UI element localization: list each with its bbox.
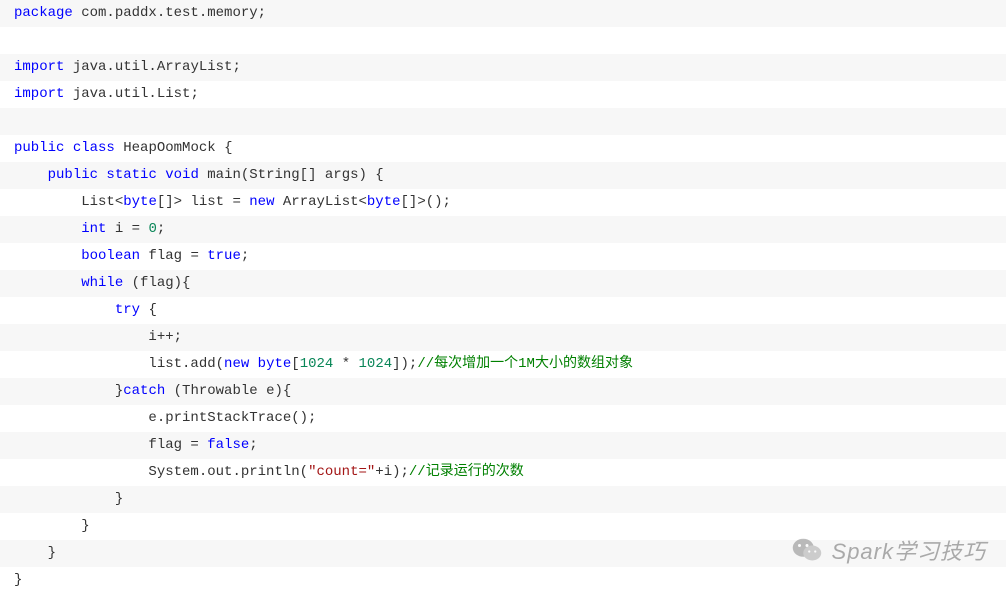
watermark-text: Spark学习技巧 <box>832 534 986 566</box>
code-line: }catch (Throwable e){ <box>0 378 1006 405</box>
code-line: public class HeapOomMock { <box>0 135 1006 162</box>
code-line: int i = 0; <box>0 216 1006 243</box>
code-line: try { <box>0 297 1006 324</box>
code-line: boolean flag = true; <box>0 243 1006 270</box>
code-line: package com.paddx.test.memory; <box>0 0 1006 27</box>
watermark: Spark学习技巧 <box>792 534 986 566</box>
code-line <box>0 27 1006 54</box>
wechat-icon <box>792 537 822 563</box>
code-line: } <box>0 486 1006 513</box>
code-line: System.out.println("count="+i);//记录运行的次数 <box>0 459 1006 486</box>
code-line: } <box>0 567 1006 594</box>
code-block: package com.paddx.test.memory; import ja… <box>0 0 1006 594</box>
code-line: public static void main(String[] args) { <box>0 162 1006 189</box>
code-line: List<byte[]> list = new ArrayList<byte[]… <box>0 189 1006 216</box>
code-line: import java.util.ArrayList; <box>0 54 1006 81</box>
code-line: list.add(new byte[1024 * 1024]);//每次增加一个… <box>0 351 1006 378</box>
code-line: import java.util.List; <box>0 81 1006 108</box>
code-line: e.printStackTrace(); <box>0 405 1006 432</box>
code-line: i++; <box>0 324 1006 351</box>
code-line: while (flag){ <box>0 270 1006 297</box>
code-line <box>0 108 1006 135</box>
code-line: flag = false; <box>0 432 1006 459</box>
